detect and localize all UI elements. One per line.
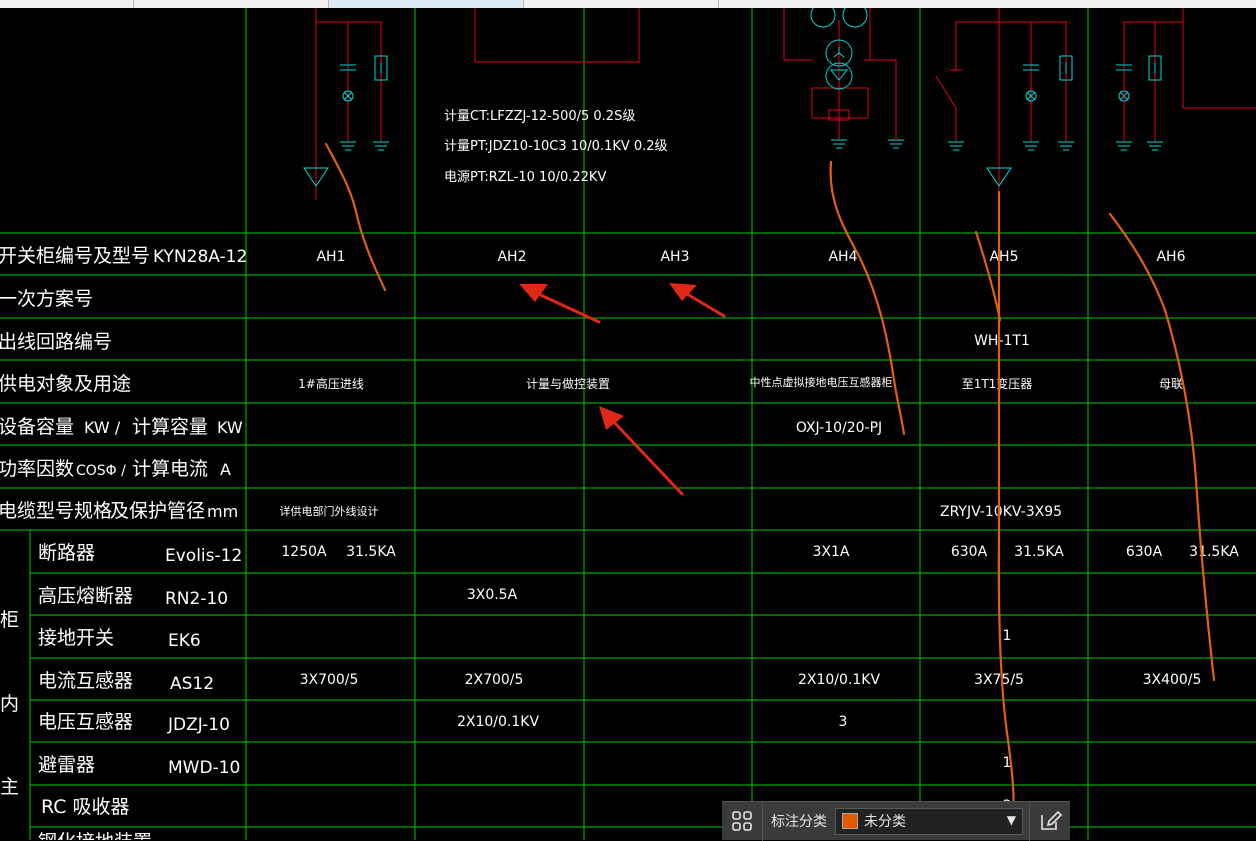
purpose-ah4: 中性点虚拟接地电压互感器柜 [750, 375, 893, 389]
component-name-rc-absorber: RC 吸收器 [41, 796, 130, 818]
switchgear-header-label: 开关柜编号及型号 [0, 245, 150, 267]
cad-drawing-canvas[interactable]: 计量CT:LFZZJ-12-500/5 0.2S级 计量PT:JDZ10-10C… [0, 8, 1256, 840]
top-tab-strip [0, 0, 1256, 8]
ct-ah4: 2X10/0.1KV [798, 672, 880, 688]
component-name-fuse: 高压熔断器 [38, 585, 133, 607]
earth-switch-ah5: 1 [1003, 628, 1012, 644]
breaker-ah5-current: 630A [951, 544, 988, 560]
power-factor-label: 功率因数 [0, 458, 74, 480]
purpose-label: 供电对象及用途 [0, 373, 131, 395]
fuse-ah2: 3X0.5A [467, 587, 518, 603]
capacity-unit-kw: KW / [84, 418, 121, 437]
component-model-earth-switch: EK6 [168, 631, 201, 651]
side-label-2: 内 [0, 693, 19, 715]
component-name-earth-switch: 接地开关 [38, 627, 114, 649]
calc-current-label: 计算电流 [132, 458, 208, 480]
circuit-ah5: WH-1T1 [974, 333, 1030, 349]
component-model-arrester: MWD-10 [168, 758, 240, 778]
cabinet-ah2: AH2 [497, 249, 526, 265]
circuit-label: 出线回路编号 [0, 331, 112, 353]
side-label-3: 主 [0, 776, 19, 798]
calc-capacity-label: 计算容量 [132, 416, 208, 438]
arrow-purpose [610, 418, 684, 496]
cabinet-ah6: AH6 [1156, 249, 1185, 265]
cable-ah5: ZRYJV-10KV-3X95 [940, 504, 1062, 520]
breaker-ah1-current: 1250A [281, 544, 327, 560]
tab-3[interactable] [329, 0, 524, 8]
cabinet-ah3: AH3 [660, 249, 689, 265]
arrow-ah3 [680, 289, 726, 318]
scheme-label: 一次方案号 [0, 288, 93, 310]
component-model-ct: AS12 [170, 674, 214, 694]
purpose-ah23: 计量与做控装置 [526, 376, 610, 391]
orange-markup-strokes [324, 142, 1216, 837]
cable-label: 电缆型号规格 [0, 500, 112, 522]
capacity-label: 设备容量 [0, 416, 74, 438]
cos-phi-label: COSΦ / [76, 463, 126, 479]
breaker-ah4: 3X1A [813, 544, 850, 560]
ct-ah6: 3X400/5 [1143, 672, 1202, 688]
component-model-vt: JDZJ-10 [167, 715, 230, 735]
conduit-unit: mm [207, 502, 238, 521]
breaker-ah6-kA: 31.5KA [1189, 544, 1239, 560]
purpose-ah5: 至1T1变压器 [962, 376, 1033, 391]
component-name-earthing: 钢化接地装置 [38, 831, 152, 840]
component-name-arrester: 避雷器 [38, 754, 95, 776]
component-model-breaker: Evolis-12 [165, 546, 242, 566]
purpose-ah6: 母联 [1159, 377, 1183, 391]
breaker-ah5-kA: 31.5KA [1014, 544, 1064, 560]
ct-ah2: 2X700/5 [465, 672, 524, 688]
component-name-vt: 电压互感器 [38, 711, 133, 733]
vt-ah2: 2X10/0.1KV [457, 714, 539, 730]
component-name-breaker: 断路器 [38, 542, 95, 564]
edit-icon[interactable] [1029, 801, 1070, 841]
category-dropdown[interactable]: 未分类 ▼ [835, 807, 1023, 835]
component-model-fuse: RN2-10 [165, 589, 228, 609]
conduit-label: 及保护管径 [110, 500, 205, 522]
breaker-ah6-current: 630A [1126, 544, 1163, 560]
annotation-line-power-pt: 电源PT:RZL-10 10/0.22KV [444, 170, 606, 185]
tab-1[interactable] [0, 0, 134, 8]
annotation-line-ct: 计量CT:LFZZJ-12-500/5 0.2S级 [444, 109, 635, 124]
cable-ah1: 详供电部门外线设计 [280, 504, 379, 518]
grid-icon[interactable] [722, 801, 763, 841]
capacity-ah4: OXJ-10/20-PJ [796, 420, 882, 436]
cabinet-ah5: AH5 [989, 249, 1018, 265]
category-label: 标注分类 [771, 814, 827, 830]
ct-ah5: 3X75/5 [974, 672, 1024, 688]
calc-current-unit: A [220, 460, 231, 479]
calc-capacity-unit: KW [217, 418, 243, 437]
side-label-1: 柜 [0, 609, 19, 631]
category-color-swatch [842, 813, 858, 829]
tab-2[interactable] [134, 0, 329, 8]
cabinet-ah1: AH1 [316, 249, 345, 265]
vt-ah4: 3 [839, 714, 848, 730]
annotation-category-toolbar: 标注分类 未分类 ▼ [722, 801, 1070, 841]
breaker-ah1-kA: 31.5KA [346, 544, 396, 560]
ct-ah1: 3X700/5 [300, 672, 359, 688]
tab-4[interactable] [524, 0, 719, 8]
annotation-line-pt: 计量PT:JDZ10-10C3 10/0.1KV 0.2级 [444, 139, 668, 154]
purpose-ah1: 1#高压进线 [298, 376, 364, 391]
category-selected-value: 未分类 [864, 814, 906, 830]
switchgear-model: KYN28A-12 [153, 247, 247, 267]
cabinet-ah4: AH4 [828, 249, 857, 265]
chevron-down-icon: ▼ [1006, 812, 1016, 827]
component-name-ct: 电流互感器 [38, 670, 133, 692]
